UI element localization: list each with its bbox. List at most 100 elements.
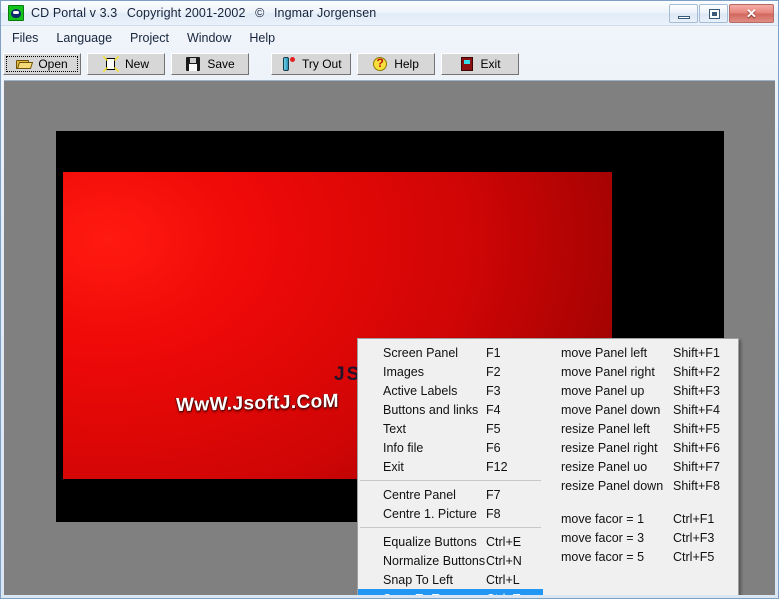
- save-button[interactable]: Save: [171, 53, 249, 75]
- context-item-snap-to-left[interactable]: Snap To Left Ctrl+L: [358, 570, 543, 589]
- context-item-label: Exit: [383, 459, 404, 474]
- context-item-resize-panel-down[interactable]: resize Panel down Shift+F8: [543, 476, 738, 495]
- context-item-move-factor-5[interactable]: move facor = 5 Ctrl+F5: [543, 547, 738, 566]
- context-item-accel: Shift+F4: [673, 402, 720, 417]
- context-item-snap-to-top[interactable]: Snap To Top Ctrl+T: [358, 589, 543, 595]
- context-item-label: move facor = 1: [561, 511, 645, 526]
- menu-item-language[interactable]: Language: [47, 29, 121, 47]
- context-item-info-file[interactable]: Info file F6: [358, 438, 543, 457]
- folder-open-icon: [16, 56, 32, 72]
- context-item-label: move facor = 5: [561, 549, 645, 564]
- application-window: CD Portal v 3.3 Copyright 2001-2002 © In…: [0, 0, 779, 599]
- test-pen-icon: [280, 56, 296, 72]
- context-item-label: move Panel up: [561, 383, 645, 398]
- context-item-label: resize Panel uo: [561, 459, 648, 474]
- maximize-button[interactable]: [699, 4, 728, 23]
- try-out-button[interactable]: Try Out: [271, 53, 351, 75]
- menu-item-window[interactable]: Window: [178, 29, 240, 47]
- context-item-equalize-buttons[interactable]: Equalize Buttons Ctrl+E: [358, 532, 543, 551]
- context-item-accel: Shift+F8: [673, 478, 720, 493]
- menu-item-help[interactable]: Help: [240, 29, 284, 47]
- context-item-accel: Ctrl+N: [486, 553, 522, 568]
- exit-button[interactable]: Exit: [440, 53, 519, 75]
- context-item-resize-panel-left[interactable]: resize Panel left Shift+F5: [543, 419, 738, 438]
- context-item-label: Centre Panel: [383, 487, 456, 502]
- title-author: Ingmar Jorgensen: [273, 6, 377, 20]
- context-item-label: move Panel right: [561, 364, 655, 379]
- minimize-button[interactable]: [669, 4, 698, 23]
- context-item-accel: F2: [486, 364, 501, 379]
- context-item-normalize-buttons[interactable]: Normalize Buttons Ctrl+N: [358, 551, 543, 570]
- context-item-accel: Shift+F5: [673, 421, 720, 436]
- context-item-move-panel-up[interactable]: move Panel up Shift+F3: [543, 381, 738, 400]
- context-item-move-panel-right[interactable]: move Panel right Shift+F2: [543, 362, 738, 381]
- context-item-accel: F5: [486, 421, 501, 436]
- context-item-resize-panel-right[interactable]: resize Panel right Shift+F6: [543, 438, 738, 457]
- menu-bar: Files Language Project Window Help: [3, 27, 776, 48]
- context-item-active-labels[interactable]: Active Labels F3: [358, 381, 543, 400]
- context-item-buttons-and-links[interactable]: Buttons and links F4: [358, 400, 543, 419]
- context-item-accel: F8: [486, 506, 501, 521]
- context-item-accel: Ctrl+F5: [673, 549, 715, 564]
- context-item-move-factor-1[interactable]: move facor = 1 Ctrl+F1: [543, 509, 738, 528]
- window-controls: ✕: [669, 4, 774, 23]
- open-button-label: Open: [38, 57, 68, 71]
- context-item-resize-panel-up[interactable]: resize Panel uo Shift+F7: [543, 457, 738, 476]
- context-item-label: Centre 1. Picture: [383, 506, 477, 521]
- save-button-label: Save: [207, 57, 235, 71]
- context-item-label: Snap To Left: [383, 572, 453, 587]
- open-button[interactable]: Open: [3, 53, 81, 75]
- context-menu-right-column: move Panel left Shift+F1 move Panel righ…: [543, 339, 738, 595]
- menu-item-project[interactable]: Project: [121, 29, 178, 47]
- minimize-icon: [678, 16, 690, 19]
- window-title: CD Portal v 3.3 Copyright 2001-2002 © In…: [31, 6, 376, 20]
- context-item-move-factor-3[interactable]: move facor = 3 Ctrl+F3: [543, 528, 738, 547]
- context-item-accel: Ctrl+F1: [673, 511, 715, 526]
- context-item-accel: Shift+F3: [673, 383, 720, 398]
- context-item-move-panel-down[interactable]: move Panel down Shift+F4: [543, 400, 738, 419]
- context-menu-left-column: Screen Panel F1 Images F2 Active Labels …: [358, 339, 543, 595]
- close-button[interactable]: ✕: [729, 4, 774, 23]
- context-item-accel: Ctrl+F3: [673, 530, 715, 545]
- help-button[interactable]: Help: [356, 53, 435, 75]
- context-item-accel: F1: [486, 345, 501, 360]
- floppy-disk-icon: [185, 56, 201, 72]
- context-menu-gap: [543, 495, 738, 509]
- context-item-text[interactable]: Text F5: [358, 419, 543, 438]
- title-app-name: CD Portal v 3.3: [31, 6, 118, 20]
- context-item-accel: F6: [486, 440, 501, 455]
- context-item-centre-panel[interactable]: Centre Panel F7: [358, 485, 543, 504]
- design-canvas[interactable]: JSOFTJ.COM WwW.JsoftJ.CoM SOFTPEDIA soft…: [4, 80, 775, 595]
- context-menu-separator: [360, 480, 541, 481]
- context-item-accel: F7: [486, 487, 501, 502]
- context-item-images[interactable]: Images F2: [358, 362, 543, 381]
- context-item-screen-panel[interactable]: Screen Panel F1: [358, 343, 543, 362]
- context-item-label: Images: [383, 364, 424, 379]
- context-item-accel: Shift+F7: [673, 459, 720, 474]
- context-item-label: Normalize Buttons: [383, 553, 486, 568]
- context-item-move-panel-left[interactable]: move Panel left Shift+F1: [543, 343, 738, 362]
- context-item-accel: Shift+F2: [673, 364, 720, 379]
- context-menu: Screen Panel F1 Images F2 Active Labels …: [357, 338, 739, 595]
- new-button[interactable]: New: [87, 53, 165, 75]
- context-item-label: Equalize Buttons: [383, 534, 477, 549]
- question-mark-icon: [372, 55, 388, 72]
- context-item-label: move Panel down: [561, 402, 661, 417]
- context-item-label: Buttons and links: [383, 402, 479, 417]
- toolbar: Open New Save Try Out Help Exit: [3, 50, 776, 78]
- context-item-accel: Ctrl+E: [486, 534, 522, 549]
- context-item-label: Info file: [383, 440, 424, 455]
- new-document-icon: [103, 56, 119, 72]
- context-item-centre-first-picture[interactable]: Centre 1. Picture F8: [358, 504, 543, 523]
- context-item-exit[interactable]: Exit F12: [358, 457, 543, 476]
- context-menu-separator: [360, 527, 541, 528]
- door-exit-icon: [459, 56, 475, 72]
- close-icon: ✕: [746, 5, 757, 21]
- menu-item-files[interactable]: Files: [3, 29, 47, 47]
- exit-button-label: Exit: [480, 57, 501, 71]
- new-button-label: New: [124, 57, 149, 71]
- maximize-icon: [709, 9, 720, 19]
- context-item-accel: Shift+F1: [673, 345, 720, 360]
- context-item-label: Active Labels: [383, 383, 458, 398]
- context-item-label: move Panel left: [561, 345, 648, 360]
